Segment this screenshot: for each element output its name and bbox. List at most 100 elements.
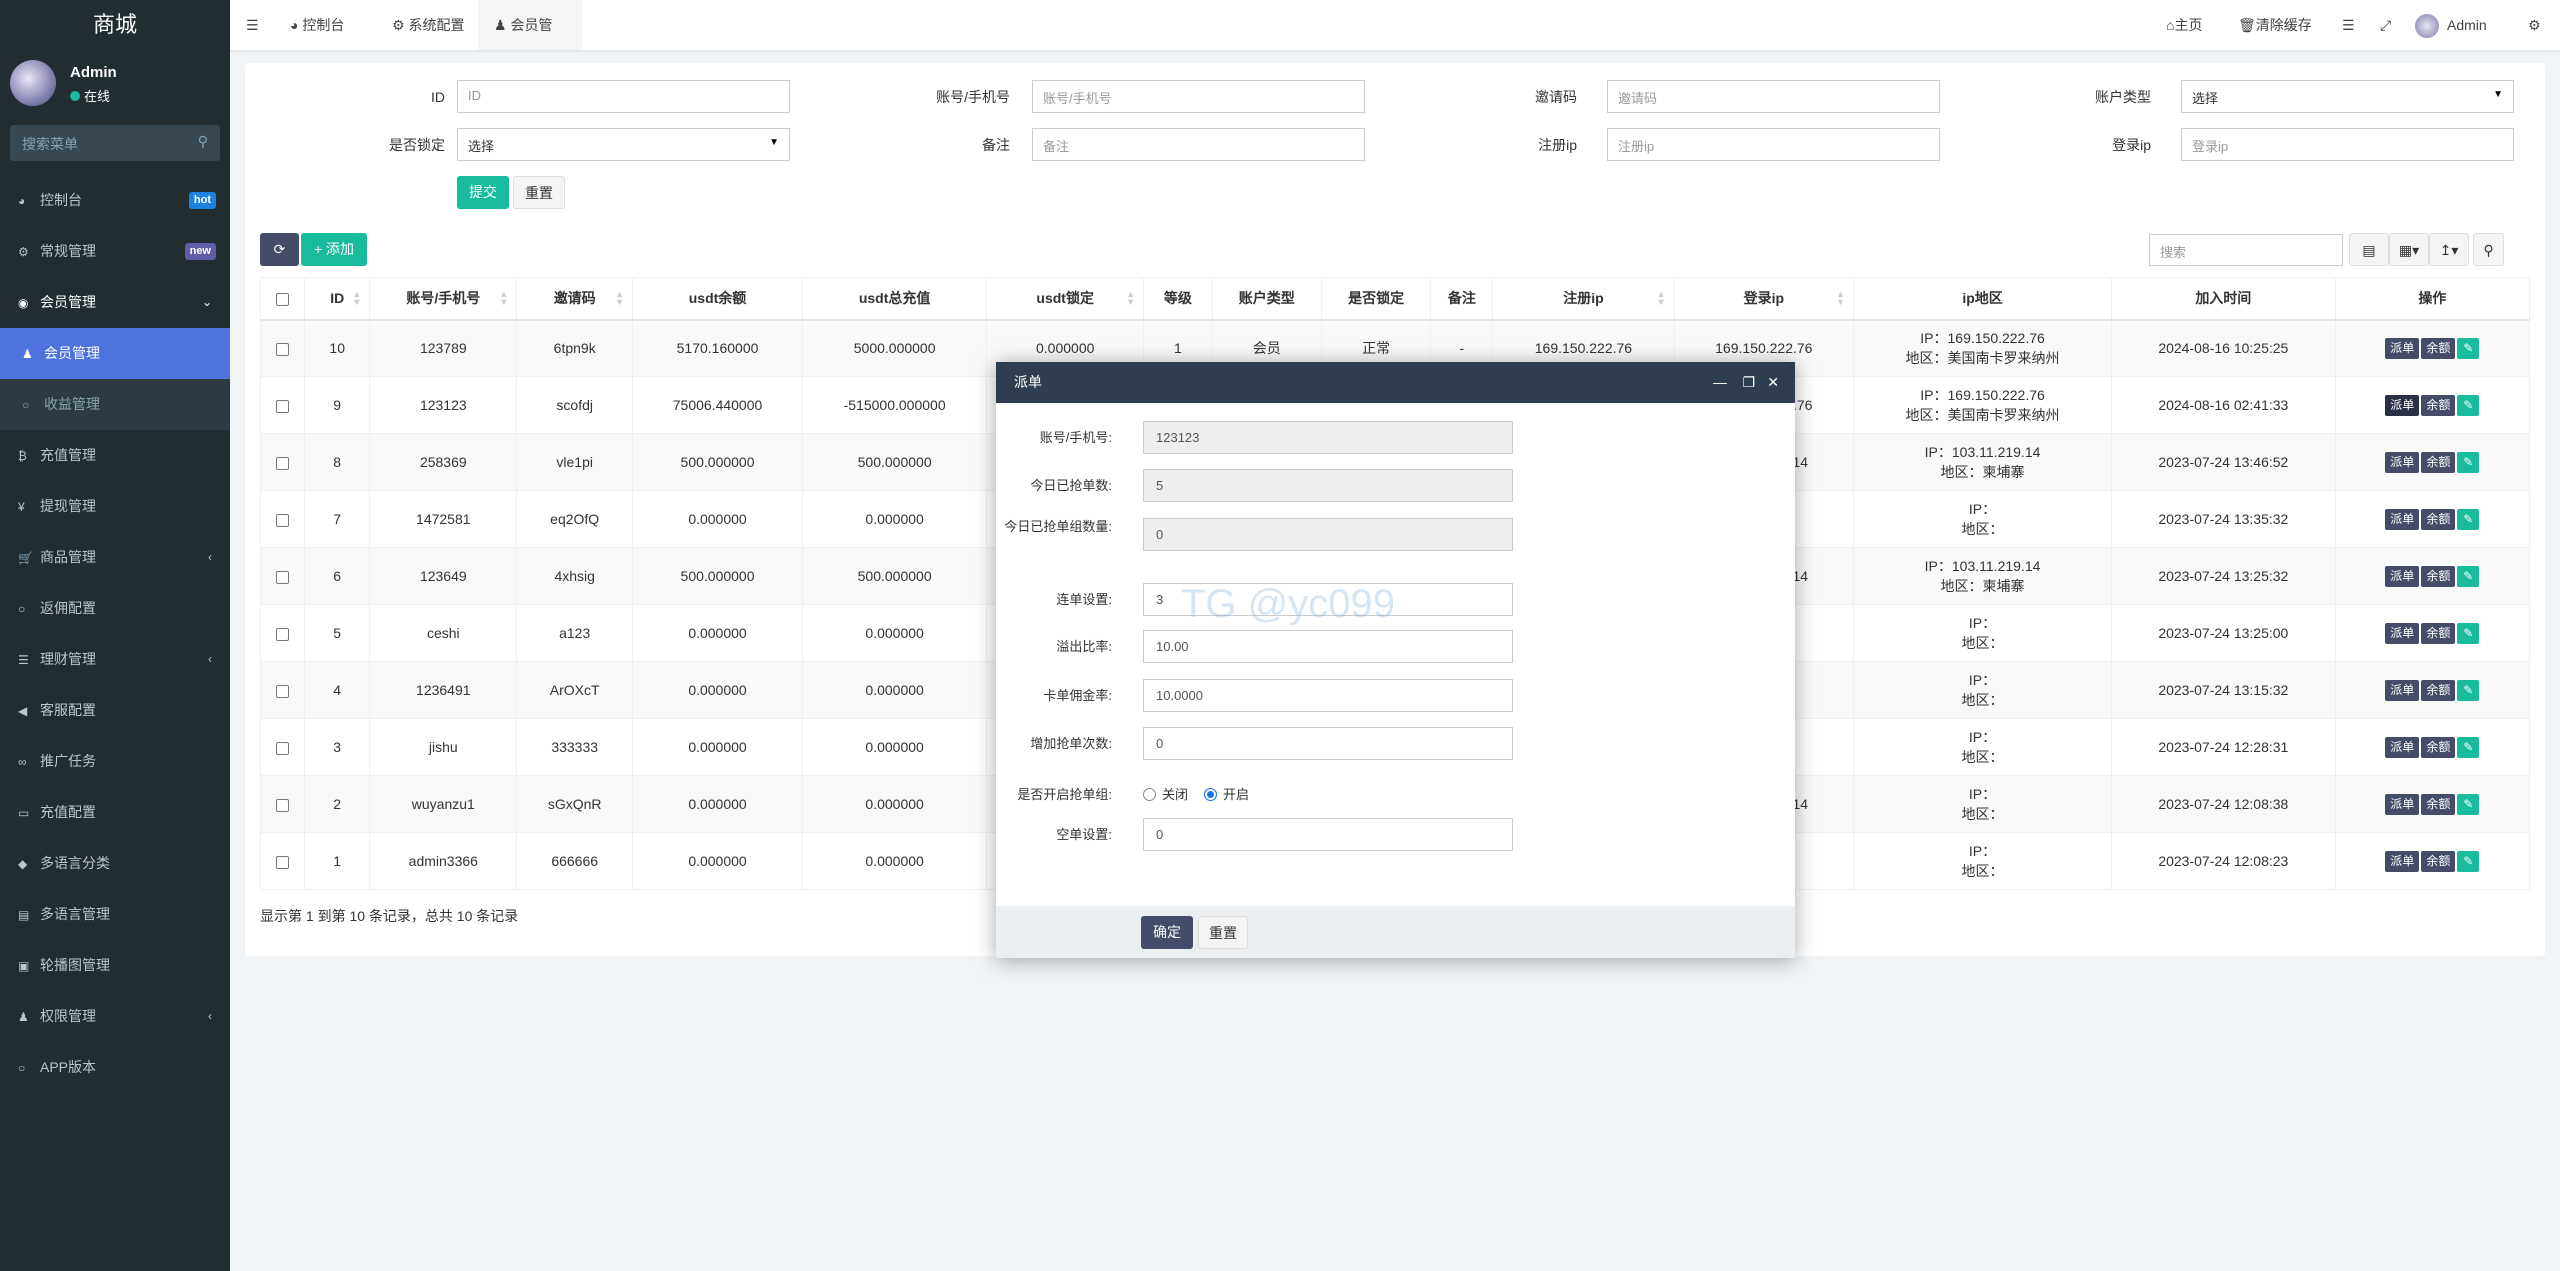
tab-dashboard[interactable]: ◕ 控制台 bbox=[274, 0, 360, 50]
dispatch-button[interactable]: 派单 bbox=[2385, 851, 2420, 872]
balance-button[interactable]: 余额 bbox=[2421, 737, 2456, 758]
sidebar-item[interactable]: ○ APP版本 bbox=[0, 1042, 230, 1093]
select-all-checkbox[interactable] bbox=[276, 293, 290, 307]
filter-locked-select[interactable]: 选择 ▼ bbox=[457, 128, 790, 161]
toggle-view-button[interactable]: ▤ bbox=[2349, 233, 2389, 266]
modal-field-input[interactable]: 0 bbox=[1143, 727, 1513, 760]
sidebar-item[interactable]: ◉ 会员管理 ⌄ bbox=[0, 277, 230, 328]
column-header[interactable]: 账号/手机号 ▲ ▼ bbox=[369, 277, 518, 321]
row-checkbox[interactable] bbox=[276, 741, 290, 755]
radio-on-circle[interactable] bbox=[1204, 788, 1217, 801]
sidebar-item[interactable]: ♟ 会员管理 bbox=[0, 328, 230, 379]
sort-icon[interactable]: ▲ ▼ bbox=[499, 290, 508, 307]
empty-order-input[interactable]: 0 bbox=[1143, 818, 1513, 851]
sidebar-item[interactable]: ₿ 充值管理 bbox=[0, 430, 230, 481]
row-checkbox[interactable] bbox=[276, 798, 290, 812]
filter-id-input[interactable]: ID bbox=[457, 80, 790, 113]
filter-account-input[interactable]: 账号/手机号 bbox=[1032, 80, 1365, 113]
dispatch-button[interactable]: 派单 bbox=[2385, 338, 2420, 360]
sidebar-item[interactable]: ▣ 轮播图管理 bbox=[0, 940, 230, 991]
minimize-icon[interactable]: — bbox=[1713, 362, 1727, 403]
close-icon[interactable]: ✕ bbox=[1767, 362, 1779, 403]
balance-button[interactable]: 余额 bbox=[2421, 566, 2456, 587]
sort-icon[interactable]: ▲ ▼ bbox=[1836, 290, 1845, 307]
edit-pencil-icon[interactable]: ✎ bbox=[2457, 452, 2480, 473]
row-checkbox[interactable] bbox=[276, 684, 290, 698]
advanced-search-button[interactable]: ⚲ bbox=[2473, 233, 2504, 266]
balance-button[interactable]: 余额 bbox=[2421, 623, 2456, 644]
row-checkbox[interactable] bbox=[276, 456, 290, 470]
maximize-icon[interactable]: ❐ bbox=[1742, 362, 1755, 403]
add-button[interactable]: + 添加 bbox=[301, 233, 367, 266]
filter-reg-ip-input[interactable]: 注册ip bbox=[1607, 128, 1940, 161]
dispatch-button[interactable]: 派单 bbox=[2385, 452, 2420, 473]
edit-pencil-icon[interactable]: ✎ bbox=[2457, 623, 2480, 644]
balance-button[interactable]: 余额 bbox=[2421, 680, 2456, 701]
sidebar-item[interactable]: ⚙ 常规管理 new bbox=[0, 226, 230, 277]
tab-system-config[interactable]: ⚙ 系统配置 bbox=[376, 0, 480, 50]
modal-header[interactable]: 派单 — ❐ ✕ bbox=[996, 362, 1795, 403]
search-icon[interactable]: ⚲ bbox=[198, 133, 208, 150]
dispatch-button[interactable]: 派单 bbox=[2385, 737, 2420, 758]
sidebar-item[interactable]: ◆ 多语言分类 bbox=[0, 838, 230, 889]
sidebar-item[interactable]: ▤ 多语言管理 bbox=[0, 889, 230, 940]
sidebar-item[interactable]: ◀ 客服配置 bbox=[0, 685, 230, 736]
edit-pencil-icon[interactable]: ✎ bbox=[2457, 851, 2480, 872]
row-checkbox[interactable] bbox=[276, 399, 290, 413]
balance-button[interactable]: 余额 bbox=[2421, 794, 2456, 815]
dispatch-button[interactable]: 派单 bbox=[2385, 623, 2420, 644]
settings-cogs-icon[interactable]: ⚙ bbox=[2528, 0, 2541, 50]
sidebar-item[interactable]: ¥ 提现管理 bbox=[0, 481, 230, 532]
radio-off-circle[interactable] bbox=[1143, 788, 1156, 801]
row-checkbox[interactable] bbox=[276, 855, 290, 869]
edit-pencil-icon[interactable]: ✎ bbox=[2457, 737, 2480, 758]
dispatch-button[interactable]: 派单 bbox=[2385, 566, 2420, 587]
modal-reset-button[interactable]: 重置 bbox=[1198, 916, 1248, 949]
filter-type-select[interactable]: 选择 ▼ bbox=[2181, 80, 2514, 113]
sidebar-item[interactable]: ∞ 推广任务 bbox=[0, 736, 230, 787]
modal-field-input[interactable]: 10.00 bbox=[1143, 630, 1513, 663]
row-checkbox[interactable] bbox=[276, 343, 290, 357]
row-checkbox[interactable] bbox=[276, 570, 290, 584]
sidebar-item[interactable]: ◕ 控制台 hot bbox=[0, 175, 230, 226]
edit-pencil-icon[interactable]: ✎ bbox=[2457, 395, 2480, 416]
admin-menu[interactable]: Admin bbox=[2415, 0, 2487, 50]
dispatch-button[interactable]: 派单 bbox=[2385, 680, 2420, 701]
sort-icon[interactable]: ▲ ▼ bbox=[1657, 290, 1666, 307]
column-header[interactable]: 注册ip ▲ ▼ bbox=[1492, 277, 1675, 321]
balance-button[interactable]: 余额 bbox=[2421, 452, 2456, 473]
sort-icon[interactable]: ▲ ▼ bbox=[615, 290, 624, 307]
sidebar-item[interactable]: ♟ 权限管理 ‹ bbox=[0, 991, 230, 1042]
home-link[interactable]: ⌂主页 bbox=[2166, 0, 2202, 50]
sort-icon[interactable]: ▲ ▼ bbox=[352, 290, 361, 307]
row-checkbox[interactable] bbox=[276, 513, 290, 527]
export-dropdown-button[interactable]: ↥▾ bbox=[2429, 233, 2469, 266]
dispatch-button[interactable]: 派单 bbox=[2385, 509, 2420, 530]
column-header[interactable]: 登录ip ▲ ▼ bbox=[1673, 277, 1855, 321]
app-logo[interactable]: 商城 bbox=[0, 0, 230, 50]
radio-off[interactable]: 关闭 bbox=[1143, 784, 1188, 803]
confirm-button[interactable]: 确定 bbox=[1141, 916, 1193, 949]
sidebar-item[interactable]: 🛒 商品管理 ‹ bbox=[0, 532, 230, 583]
column-header[interactable]: usdt锁定 ▲ ▼ bbox=[986, 277, 1145, 321]
modal-field-input[interactable]: 10.0000 bbox=[1143, 679, 1513, 712]
translate-icon[interactable]: ☰ bbox=[2342, 0, 2355, 50]
balance-button[interactable]: 余额 bbox=[2421, 395, 2456, 416]
column-header[interactable]: 邀请码 ▲ ▼ bbox=[516, 277, 634, 321]
submit-button[interactable]: 提交 bbox=[457, 176, 509, 209]
edit-pencil-icon[interactable]: ✎ bbox=[2457, 509, 2480, 530]
edit-pencil-icon[interactable]: ✎ bbox=[2457, 680, 2480, 701]
clear-cache-button[interactable]: 🗑清除缓存 bbox=[2238, 0, 2312, 50]
dispatch-button[interactable]: 派单 bbox=[2385, 395, 2420, 416]
reset-button[interactable]: 重置 bbox=[513, 176, 565, 209]
edit-pencil-icon[interactable]: ✎ bbox=[2457, 566, 2480, 587]
filter-invite-input[interactable]: 邀请码 bbox=[1607, 80, 1940, 113]
tab-member-management[interactable]: ♟ 会员管理 bbox=[478, 0, 582, 83]
sidebar-item[interactable]: ▭ 充值配置 bbox=[0, 787, 230, 838]
menu-toggle-icon[interactable]: ☰ bbox=[230, 0, 275, 50]
radio-on[interactable]: 开启 bbox=[1204, 784, 1249, 803]
edit-pencil-icon[interactable]: ✎ bbox=[2457, 338, 2480, 360]
balance-button[interactable]: 余额 bbox=[2421, 851, 2456, 872]
edit-pencil-icon[interactable]: ✎ bbox=[2457, 794, 2480, 815]
balance-button[interactable]: 余额 bbox=[2421, 509, 2456, 530]
